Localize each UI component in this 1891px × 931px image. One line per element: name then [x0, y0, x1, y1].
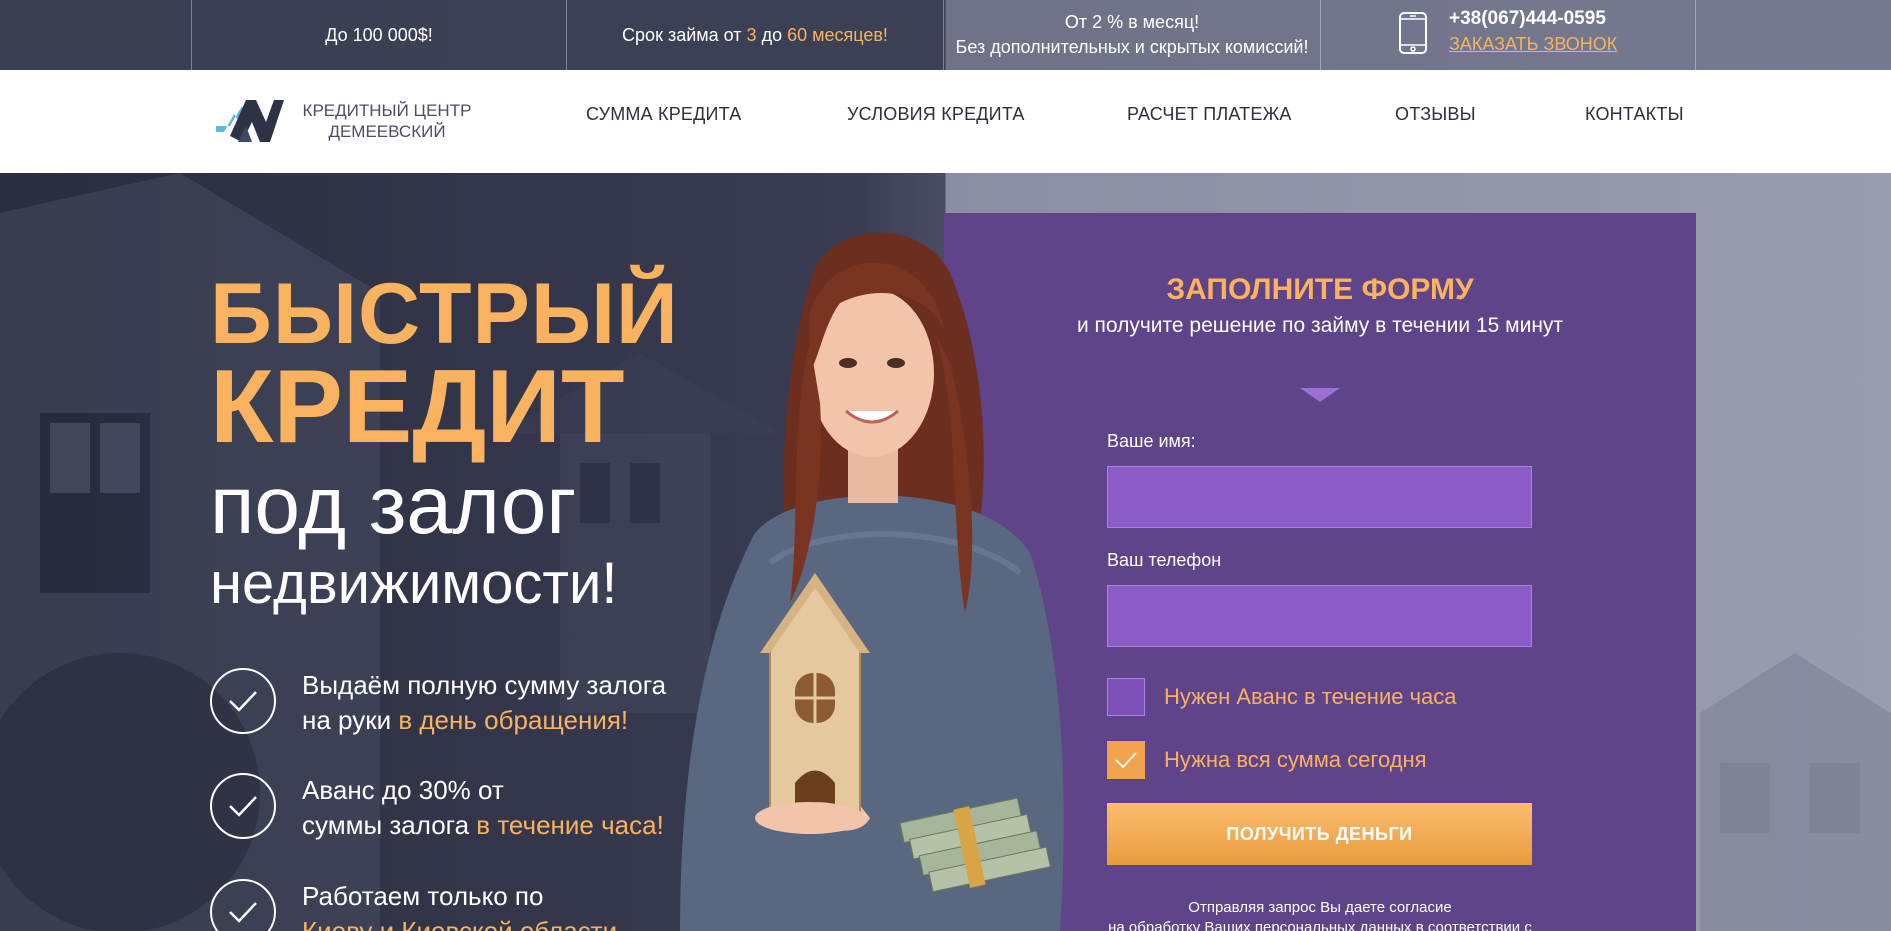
logo-icon — [216, 100, 284, 142]
phone-icon — [1399, 12, 1427, 54]
loan-term-mid: до — [761, 24, 783, 45]
loan-term-min: 3 — [746, 24, 757, 45]
feature-line2: суммы залога в течение часа! — [302, 808, 664, 843]
max-amount-text: До 100 000$! — [325, 24, 433, 45]
nav-reviews[interactable]: ОТЗЫВЫ — [1395, 104, 1476, 125]
feature-text: Выдаём полную сумму залога на руки в ден… — [302, 668, 666, 738]
check-circle-icon — [210, 879, 276, 931]
hero-title-line2: КРЕДИТ — [210, 349, 625, 465]
advance-checkbox[interactable] — [1107, 678, 1145, 716]
feature-text: Работаем только по Киеву и Киевской обла… — [302, 879, 617, 931]
nav-contacts[interactable]: КОНТАКТЫ — [1585, 104, 1684, 125]
feature-text: Аванс до 30% от суммы залога в течение ч… — [302, 773, 664, 843]
loan-term-info: Срок займа от 3 до 60 месяцев! — [566, 0, 943, 70]
phone-block: +38(067)444-0595 ЗАКАЗАТЬ ЗВОНОК — [1449, 8, 1617, 55]
get-money-button[interactable]: ПОЛУЧИТЬ ДЕНЬГИ — [1107, 803, 1532, 865]
check-circle-icon — [210, 668, 276, 734]
feature-line2: на руки в день обращения! — [302, 703, 666, 738]
feature-line1: Выдаём полную сумму залога — [302, 670, 667, 700]
full-amount-checkbox[interactable] — [1107, 741, 1145, 779]
rate-line1: От 2 % в месяц! — [1064, 12, 1200, 32]
phone-label: Ваш телефон — [1107, 550, 1222, 570]
logo[interactable]: КРЕДИТНЫЙ ЦЕНТР ДЕМЕЕВСКИЙ — [216, 96, 476, 146]
nav-payment-calc[interactable]: РАСЧЕТ ПЛАТЕЖА — [1127, 104, 1292, 125]
hero-title: БЫСТРЫЙ КРЕДИТ под залог недвижимости! — [210, 271, 679, 613]
loan-term-prefix: Срок займа от — [622, 24, 742, 45]
checkmark-icon — [1115, 752, 1137, 769]
hero-title-line1: БЫСТРЫЙ — [210, 266, 679, 362]
hero-section: БЫСТРЫЙ КРЕДИТ под залог недвижимости! В… — [0, 173, 1891, 931]
rate-info: От 2 % в месяц! Без дополнительных и скр… — [943, 0, 1320, 70]
feature-item: Аванс до 30% от суммы залога в течение ч… — [210, 773, 664, 843]
feature-item: Работаем только по Киеву и Киевской обла… — [210, 879, 617, 931]
name-label: Ваше имя: — [1107, 431, 1196, 451]
check-circle-icon — [210, 773, 276, 839]
feature-line2-accent: Киеву и Киевской области — [302, 916, 618, 931]
woman-with-house-image — [680, 232, 1064, 931]
nav-loan-amount[interactable]: СУММА КРЕДИТА — [586, 104, 741, 125]
house-background-right — [1700, 653, 1891, 931]
feature-line2-accent: в течение часа! — [476, 810, 664, 840]
feature-line1: Аванс до 30% от — [302, 775, 504, 805]
site-header: КРЕДИТНЫЙ ЦЕНТР ДЕМЕЕВСКИЙ СУММА КРЕДИТА… — [0, 70, 1891, 173]
feature-line2-plain: суммы залога — [302, 810, 470, 840]
contact-block: +38(067)444-0595 ЗАКАЗАТЬ ЗВОНОК — [1320, 0, 1696, 70]
feature-line2-plain: на руки — [302, 705, 392, 735]
max-amount-info: До 100 000$! — [191, 0, 566, 70]
feature-line2: Киеву и Киевской области — [302, 914, 617, 931]
top-info-bar: До 100 000$! Срок займа от 3 до 60 месяц… — [0, 0, 1891, 70]
hero-title-line3: под залог — [210, 460, 577, 551]
rate-line2: Без дополнительных и скрытых комиссий! — [955, 37, 1309, 57]
feature-line1: Работаем только по — [302, 881, 544, 911]
nav-loan-terms[interactable]: УСЛОВИЯ КРЕДИТА — [847, 104, 1025, 125]
logo-line2: ДЕМЕЕВСКИЙ — [328, 122, 446, 141]
advance-checkbox-label[interactable]: Нужен Аванс в течение часа — [1164, 684, 1457, 710]
phone-input[interactable] — [1107, 585, 1532, 647]
loan-term-max: 60 месяцев! — [787, 24, 888, 45]
loan-term-text: Срок займа от 3 до 60 месяцев! — [622, 25, 888, 46]
full-amount-checkbox-label[interactable]: Нужна вся сумма сегодня — [1164, 747, 1427, 773]
hero-title-line4: недвижимости! — [210, 551, 618, 616]
logo-line1: КРЕДИТНЫЙ ЦЕНТР — [302, 101, 472, 120]
feature-line2-accent: в день обращения! — [398, 705, 629, 735]
name-input[interactable] — [1107, 466, 1532, 528]
feature-item: Выдаём полную сумму залога на руки в ден… — [210, 668, 666, 738]
logo-text: КРЕДИТНЫЙ ЦЕНТР ДЕМЕЕВСКИЙ — [302, 100, 472, 142]
order-call-link[interactable]: ЗАКАЗАТЬ ЗВОНОК — [1449, 34, 1617, 55]
phone-number[interactable]: +38(067)444-0595 — [1449, 8, 1617, 30]
down-arrow-icon — [1300, 388, 1340, 402]
